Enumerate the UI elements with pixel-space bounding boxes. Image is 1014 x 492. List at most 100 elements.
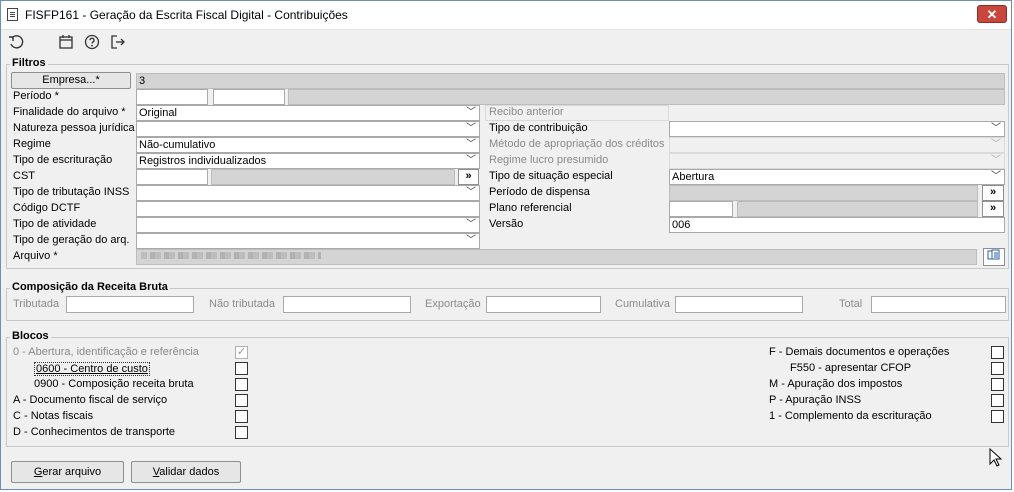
bloco-0600-label: 0600 - Centro de custo xyxy=(34,362,150,376)
calendar-icon[interactable] xyxy=(57,34,75,52)
gerar-arquivo-button[interactable]: Gerar arquivo xyxy=(11,461,124,483)
bloco-m-label: M - Apuração dos impostos xyxy=(769,378,903,390)
regime-lucro-label: Regime lucro presumido xyxy=(489,154,609,166)
bloco-c-label: C - Notas fiscais xyxy=(13,410,94,422)
regime-label: Regime xyxy=(13,138,51,150)
regime-lucro-select: ﹀ xyxy=(669,153,1005,169)
bloco-0-checkbox: ✓ xyxy=(235,346,248,359)
bloco-0900-label: 0900 - Composição receita bruta xyxy=(34,378,194,390)
natureza-label: Natureza pessoa jurídica xyxy=(13,122,135,134)
tipo-geracao-select[interactable]: ﹀ xyxy=(136,233,480,249)
periodo-from-input[interactable] xyxy=(136,89,208,105)
periodo-dispensa-label: Período de dispensa xyxy=(489,186,590,198)
regime-select[interactable]: Não-cumulativo ﹀ xyxy=(136,137,480,153)
bloco-0-label: 0 - Abertura, identificação e referência xyxy=(13,346,199,358)
finalidade-select[interactable]: Original ﹀ xyxy=(136,105,480,121)
tipo-escrituracao-label: Tipo de escrituração xyxy=(13,154,113,166)
plano-referencial-label: Plano referencial xyxy=(489,202,572,214)
bloco-f550-label: F550 - apresentar CFOP xyxy=(790,362,912,374)
cst-lookup-button[interactable]: » xyxy=(458,169,479,185)
bloco-p-label: P - Apuração INSS xyxy=(769,394,862,406)
chevron-down-icon: ﹀ xyxy=(991,155,1001,166)
undo-icon[interactable] xyxy=(7,34,25,52)
bloco-c-checkbox[interactable] xyxy=(235,410,248,423)
metodo-select: ﹀ xyxy=(669,137,1005,153)
bloco-f550-checkbox[interactable] xyxy=(991,362,1004,375)
codigo-dctf-label: Código DCTF xyxy=(13,202,81,214)
main-window: FISFP161 - Geração da Escrita Fiscal Dig… xyxy=(0,0,1012,490)
bloco-0900-checkbox[interactable] xyxy=(235,378,248,391)
tributada-input[interactable] xyxy=(66,296,194,313)
document-icon xyxy=(7,8,18,21)
plano-referencial-lookup-button[interactable]: » xyxy=(982,201,1004,217)
metodo-label: Método de apropriação dos créditos xyxy=(489,138,665,150)
browse-file-button[interactable] xyxy=(983,248,1005,266)
tipo-atividade-select[interactable]: ﹀ xyxy=(136,217,480,233)
finalidade-value: Original xyxy=(139,107,177,119)
chevron-down-icon: ﹀ xyxy=(466,219,476,230)
empresa-value: 3 xyxy=(136,73,1005,89)
chevron-down-icon: ﹀ xyxy=(991,123,1001,134)
cumulativa-label: Cumulativa xyxy=(615,298,671,310)
periodo-dispensa-field xyxy=(669,185,978,201)
bloco-1-checkbox[interactable] xyxy=(991,410,1004,423)
bloco-a-label: A - Documento fiscal de serviço xyxy=(13,394,168,406)
file-browse-icon xyxy=(987,249,1000,260)
tipo-contribuicao-select[interactable]: ﹀ xyxy=(669,121,1005,137)
exportacao-input[interactable] xyxy=(486,296,601,313)
empresa-button[interactable]: Empresa...* xyxy=(11,72,131,89)
close-button[interactable]: ✕ xyxy=(977,5,1007,23)
versao-label: Versão xyxy=(489,218,524,230)
bloco-1-label: 1 - Complemento da escrituração xyxy=(769,410,932,422)
cst-description xyxy=(211,169,455,185)
bloco-p-checkbox[interactable] xyxy=(991,394,1004,407)
cumulativa-input[interactable] xyxy=(675,296,803,313)
help-icon[interactable] xyxy=(83,34,101,52)
plano-referencial-description xyxy=(737,201,978,217)
situacao-especial-select[interactable]: Abertura ﹀ xyxy=(669,169,1005,185)
title-bar: FISFP161 - Geração da Escrita Fiscal Dig… xyxy=(1,1,1011,30)
situacao-especial-label: Tipo de situação especial xyxy=(489,170,613,182)
chevron-down-icon: ﹀ xyxy=(466,123,476,134)
versao-input[interactable]: 006 xyxy=(669,217,1005,233)
natureza-select[interactable]: ﹀ xyxy=(136,121,480,137)
bloco-a-checkbox[interactable] xyxy=(235,394,248,407)
bloco-d-label: D - Conhecimentos de transporte xyxy=(13,426,176,438)
bloco-f-checkbox[interactable] xyxy=(991,346,1004,359)
chevron-down-icon: ﹀ xyxy=(466,107,476,118)
chevron-down-icon: ﹀ xyxy=(466,139,476,150)
arquivo-label: Arquivo * xyxy=(13,250,58,262)
tributada-label: Tributada xyxy=(13,298,60,310)
tributacao-inss-label: Tipo de tributação INSS xyxy=(13,186,130,198)
plano-referencial-input[interactable] xyxy=(669,201,733,217)
bloco-0600-checkbox[interactable] xyxy=(235,362,248,375)
chevron-down-icon: ﹀ xyxy=(466,187,476,198)
nao-tributada-input[interactable] xyxy=(283,296,411,313)
tipo-atividade-label: Tipo de atividade xyxy=(13,218,97,230)
periodo-to-input[interactable] xyxy=(213,89,285,105)
situacao-especial-value: Abertura xyxy=(672,171,715,183)
bloco-d-checkbox[interactable] xyxy=(235,426,248,439)
periodo-description xyxy=(288,89,1005,105)
chevron-down-icon: ﹀ xyxy=(466,155,476,166)
composicao-title: Composição da Receita Bruta xyxy=(10,281,170,293)
cst-input[interactable] xyxy=(136,169,208,185)
validar-dados-button[interactable]: Validar dados xyxy=(131,461,241,483)
gerar-label: erar arquivo xyxy=(42,466,102,478)
tipo-escrituracao-select[interactable]: Registros individualizados ﹀ xyxy=(136,153,480,169)
codigo-dctf-input[interactable] xyxy=(136,201,480,217)
total-input[interactable] xyxy=(871,296,1006,313)
mouse-cursor-icon xyxy=(989,448,1003,467)
total-label: Total xyxy=(839,298,863,310)
toolbar xyxy=(1,30,1011,56)
bloco-m-checkbox[interactable] xyxy=(991,378,1004,391)
recibo-label: Recibo anterior xyxy=(489,106,564,118)
chevron-down-icon: ﹀ xyxy=(991,171,1001,182)
filtros-title: Filtros xyxy=(10,57,48,69)
tributacao-inss-select[interactable]: ﹀ xyxy=(136,185,480,201)
exit-icon[interactable] xyxy=(109,34,127,52)
periodo-label: Período * xyxy=(13,90,59,102)
exportacao-label: Exportação xyxy=(425,298,481,310)
periodo-dispensa-lookup-button[interactable]: » xyxy=(982,185,1004,201)
nao-tributada-label: Não tributada xyxy=(209,298,276,310)
